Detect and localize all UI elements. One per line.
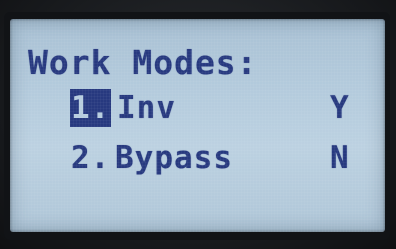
lcd-screen: Work Modes: 1. Inv Y 2. Bypass N — [10, 19, 385, 232]
menu-item-label: Inv — [117, 90, 176, 126]
menu-item-inv[interactable]: 1. Inv Y — [10, 87, 385, 129]
menu-item-value: N — [330, 140, 350, 176]
menu-item-value: Y — [330, 90, 350, 126]
screen-title: Work Modes: — [28, 43, 258, 82]
menu-item-bypass[interactable]: 2. Bypass N — [10, 137, 385, 179]
menu-item-number: 2. — [71, 140, 111, 176]
menu-item-number-selected: 1. — [70, 89, 112, 127]
menu-item-label: Bypass — [115, 140, 233, 176]
device-frame: Work Modes: 1. Inv Y 2. Bypass N — [0, 0, 396, 249]
